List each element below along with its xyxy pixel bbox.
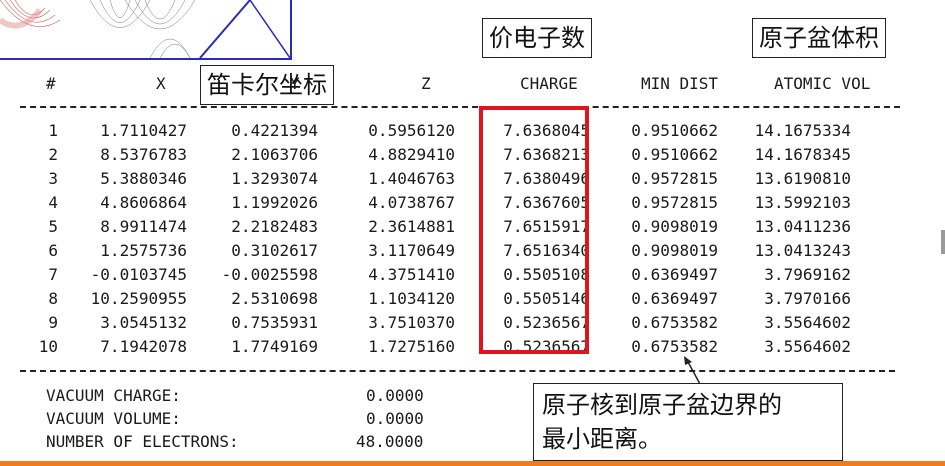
table-row: 1 1.7110427 0.4221394 0.5956120 7.636804… [0,121,945,144]
cell-z: 3.1170649 [368,241,455,260]
cell-z: 4.3751410 [368,265,455,284]
cell-index: 7 [48,265,58,284]
cell-y: 0.7535931 [231,313,318,332]
cell-y: -0.0025598 [221,265,318,284]
cell-atomic-vol: 13.0413243 [754,241,851,260]
header-z: Z [421,74,431,93]
cell-x: 8.5376783 [100,145,187,164]
table-row: 10 7.1942078 1.7749169 1.7275160 0.52365… [0,337,945,360]
scrollbar-thumb[interactable] [941,230,945,254]
header-atomic-vol: ATOMIC VOL [774,74,871,93]
cell-x: 7.1942078 [100,337,187,356]
table-row: 6 1.2575736 0.3102617 3.1170649 7.651634… [0,241,945,264]
cell-atomic-vol: 13.0411236 [754,217,851,236]
cell-index: 3 [48,169,58,188]
table-row: 8 10.2590955 2.5310698 1.1034120 0.55051… [0,289,945,312]
table-row: 3 5.3880346 1.3293074 1.4046763 7.638049… [0,169,945,192]
cell-y: 0.3102617 [231,241,318,260]
cell-y: 0.4221394 [231,121,318,140]
vacuum-volume-label: VACUUM VOLUME: [46,409,181,428]
vacuum-volume-value: 0.0000 [366,409,424,428]
electrons-value: 48.0000 [356,432,424,451]
cell-atomic-vol: 13.6190810 [754,169,851,188]
cell-atomic-vol: 3.7969162 [764,265,851,284]
cell-index: 4 [48,193,58,212]
header-divider [20,106,900,108]
cell-z: 2.3614881 [368,217,455,236]
cell-atomic-vol: 13.5992103 [754,193,851,212]
cell-atomic-vol: 14.1678345 [754,145,851,164]
cell-x: 1.7110427 [100,121,187,140]
cell-z: 1.7275160 [368,337,455,356]
header-charge: CHARGE [520,74,578,93]
cell-min-dist: 0.9572815 [631,193,718,212]
cell-z: 4.8829410 [368,145,455,164]
cell-x: 3.0545132 [100,313,187,332]
cell-y: 2.2182483 [231,217,318,236]
cell-x: 10.2590955 [90,289,187,308]
charge-density-plot-image [0,0,290,58]
valence-electrons-label: 价电子数 [482,18,592,58]
cell-index: 5 [48,217,58,236]
cell-min-dist: 0.9510662 [631,121,718,140]
cell-x: 8.9911474 [100,217,187,236]
cell-min-dist: 0.6369497 [631,289,718,308]
cell-index: 6 [48,241,58,260]
atomic-volume-label: 原子盆体积 [752,18,886,58]
min-dist-note-line2: 最小距离。 [542,425,662,453]
cell-y: 1.1992026 [231,193,318,212]
cell-min-dist: 0.9098019 [631,241,718,260]
charge-highlight-box [479,106,589,354]
cartesian-coords-label: 笛卡尔坐标 [200,65,334,105]
vacuum-charge-label: VACUUM CHARGE: [46,386,181,405]
cell-x: 5.3880346 [100,169,187,188]
cell-index: 2 [48,145,58,164]
cell-z: 4.0738767 [368,193,455,212]
bottom-accent-bar [0,461,945,466]
cell-index: 10 [38,337,58,356]
cell-y: 1.3293074 [231,169,318,188]
cell-y: 2.5310698 [231,289,318,308]
table-row: 5 8.9911474 2.2182483 2.3614881 7.651591… [0,217,945,240]
cell-x: 4.8606864 [100,193,187,212]
figure-thumbnail [0,0,292,60]
cell-z: 1.1034120 [368,289,455,308]
cell-atomic-vol: 14.1675334 [754,121,851,140]
cell-min-dist: 0.6753582 [631,313,718,332]
cell-index: 1 [48,121,58,140]
cell-z: 0.5956120 [368,121,455,140]
min-dist-note-line1: 原子核到原子盆边界的 [542,391,782,419]
vacuum-charge-value: 0.0000 [366,386,424,405]
cell-index: 8 [48,289,58,308]
cell-y: 2.1063706 [231,145,318,164]
cell-atomic-vol: 3.7970166 [764,289,851,308]
cell-z: 1.4046763 [368,169,455,188]
cell-index: 9 [48,313,58,332]
table-row: 9 3.0545132 0.7535931 3.7510370 0.523656… [0,313,945,336]
header-index: # [46,74,56,93]
header-min-dist: MIN DIST [641,74,719,93]
header-y: Y [290,74,300,93]
footer-divider [20,370,895,372]
table-row: 4 4.8606864 1.1992026 4.0738767 7.636760… [0,193,945,216]
cell-min-dist: 0.9098019 [631,217,718,236]
cell-min-dist: 0.9510662 [631,145,718,164]
header-x: X [156,74,166,93]
cell-atomic-vol: 3.5564602 [764,313,851,332]
table-row: 7 -0.0103745 -0.0025598 4.3751410 0.5505… [0,265,945,288]
cell-min-dist: 0.9572815 [631,169,718,188]
cell-atomic-vol: 3.5564602 [764,337,851,356]
electrons-label: NUMBER OF ELECTRONS: [46,432,239,451]
table-row: 2 8.5376783 2.1063706 4.8829410 7.636821… [0,145,945,168]
cell-x: 1.2575736 [100,241,187,260]
cell-y: 1.7749169 [231,337,318,356]
min-dist-note: 原子核到原子盆边界的 最小距离。 [533,383,843,461]
cell-min-dist: 0.6369497 [631,265,718,284]
cell-z: 3.7510370 [368,313,455,332]
cell-x: -0.0103745 [90,265,187,284]
